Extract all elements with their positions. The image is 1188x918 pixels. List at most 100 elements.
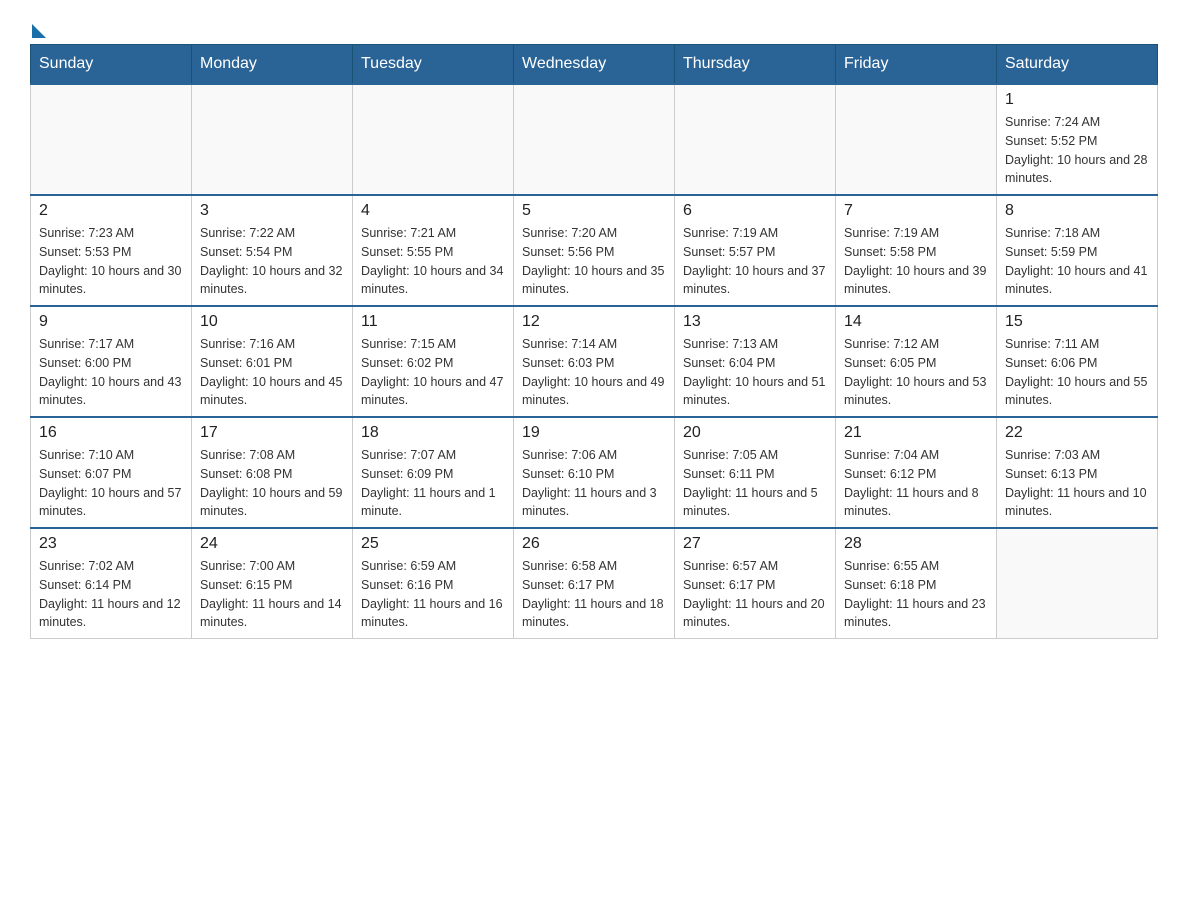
calendar-table: SundayMondayTuesdayWednesdayThursdayFrid… — [30, 44, 1158, 639]
day-of-week-header: Wednesday — [514, 45, 675, 85]
day-sun-info: Sunrise: 7:11 AM Sunset: 6:06 PM Dayligh… — [1005, 335, 1149, 410]
day-number: 21 — [844, 424, 988, 442]
day-number: 11 — [361, 313, 505, 331]
day-sun-info: Sunrise: 7:21 AM Sunset: 5:55 PM Dayligh… — [361, 224, 505, 299]
day-number: 5 — [522, 202, 666, 220]
calendar-day-cell: 4 Sunrise: 7:21 AM Sunset: 5:55 PM Daylig… — [353, 195, 514, 306]
calendar-day-cell: 14Sunrise: 7:12 AM Sunset: 6:05 PM Dayli… — [836, 306, 997, 417]
day-number: 23 — [39, 535, 183, 553]
day-sun-info: Sunrise: 7:10 AM Sunset: 6:07 PM Dayligh… — [39, 446, 183, 521]
day-sun-info: Sunrise: 7:05 AM Sunset: 6:11 PM Dayligh… — [683, 446, 827, 521]
calendar-day-cell — [31, 84, 192, 195]
day-number: 14 — [844, 313, 988, 331]
day-sun-info: Sunrise: 7:00 AM Sunset: 6:15 PM Dayligh… — [200, 557, 344, 632]
calendar-day-cell: 25Sunrise: 6:59 AM Sunset: 6:16 PM Dayli… — [353, 528, 514, 639]
day-sun-info: Sunrise: 7:18 AM Sunset: 5:59 PM Dayligh… — [1005, 224, 1149, 299]
day-number: 22 — [1005, 424, 1149, 442]
day-number: 24 — [200, 535, 344, 553]
calendar-day-cell — [514, 84, 675, 195]
day-sun-info: Sunrise: 6:55 AM Sunset: 6:18 PM Dayligh… — [844, 557, 988, 632]
calendar-day-cell — [353, 84, 514, 195]
day-number: 7 — [844, 202, 988, 220]
day-sun-info: Sunrise: 7:20 AM Sunset: 5:56 PM Dayligh… — [522, 224, 666, 299]
day-number: 18 — [361, 424, 505, 442]
day-of-week-header: Monday — [192, 45, 353, 85]
calendar-day-cell — [675, 84, 836, 195]
day-sun-info: Sunrise: 7:04 AM Sunset: 6:12 PM Dayligh… — [844, 446, 988, 521]
logo — [30, 20, 46, 34]
day-number: 27 — [683, 535, 827, 553]
page-header — [30, 20, 1158, 34]
day-sun-info: Sunrise: 7:15 AM Sunset: 6:02 PM Dayligh… — [361, 335, 505, 410]
day-number: 28 — [844, 535, 988, 553]
day-number: 9 — [39, 313, 183, 331]
day-sun-info: Sunrise: 7:22 AM Sunset: 5:54 PM Dayligh… — [200, 224, 344, 299]
day-sun-info: Sunrise: 7:02 AM Sunset: 6:14 PM Dayligh… — [39, 557, 183, 632]
calendar-day-cell: 11 Sunrise: 7:15 AM Sunset: 6:02 PM Dayli… — [353, 306, 514, 417]
day-of-week-header: Saturday — [997, 45, 1158, 85]
day-number: 8 — [1005, 202, 1149, 220]
day-of-week-header: Thursday — [675, 45, 836, 85]
calendar-day-cell: 16 Sunrise: 7:10 AM Sunset: 6:07 PM Dayli… — [31, 417, 192, 528]
day-sun-info: Sunrise: 7:19 AM Sunset: 5:58 PM Dayligh… — [844, 224, 988, 299]
calendar-day-cell — [997, 528, 1158, 639]
calendar-week-row: 16 Sunrise: 7:10 AM Sunset: 6:07 PM Dayli… — [31, 417, 1158, 528]
calendar-day-cell: 5 Sunrise: 7:20 AM Sunset: 5:56 PM Daylig… — [514, 195, 675, 306]
calendar-day-cell: 6 Sunrise: 7:19 AM Sunset: 5:57 PM Daylig… — [675, 195, 836, 306]
day-number: 3 — [200, 202, 344, 220]
day-number: 20 — [683, 424, 827, 442]
day-number: 19 — [522, 424, 666, 442]
day-number: 4 — [361, 202, 505, 220]
calendar-day-cell: 7 Sunrise: 7:19 AM Sunset: 5:58 PM Daylig… — [836, 195, 997, 306]
day-number: 13 — [683, 313, 827, 331]
calendar-day-cell: 17 Sunrise: 7:08 AM Sunset: 6:08 PM Dayli… — [192, 417, 353, 528]
day-number: 1 — [1005, 91, 1149, 109]
calendar-week-row: 1 Sunrise: 7:24 AM Sunset: 5:52 PM Daylig… — [31, 84, 1158, 195]
day-sun-info: Sunrise: 7:03 AM Sunset: 6:13 PM Dayligh… — [1005, 446, 1149, 521]
calendar-day-cell: 20 Sunrise: 7:05 AM Sunset: 6:11 PM Dayli… — [675, 417, 836, 528]
day-number: 16 — [39, 424, 183, 442]
calendar-header-row: SundayMondayTuesdayWednesdayThursdayFrid… — [31, 45, 1158, 85]
day-sun-info: Sunrise: 7:19 AM Sunset: 5:57 PM Dayligh… — [683, 224, 827, 299]
calendar-day-cell: 18Sunrise: 7:07 AM Sunset: 6:09 PM Dayli… — [353, 417, 514, 528]
calendar-day-cell: 2Sunrise: 7:23 AM Sunset: 5:53 PM Daylig… — [31, 195, 192, 306]
calendar-day-cell: 27 Sunrise: 6:57 AM Sunset: 6:17 PM Dayli… — [675, 528, 836, 639]
calendar-day-cell — [836, 84, 997, 195]
day-of-week-header: Friday — [836, 45, 997, 85]
calendar-day-cell: 3 Sunrise: 7:22 AM Sunset: 5:54 PM Daylig… — [192, 195, 353, 306]
calendar-day-cell: 12 Sunrise: 7:14 AM Sunset: 6:03 PM Dayli… — [514, 306, 675, 417]
day-of-week-header: Tuesday — [353, 45, 514, 85]
calendar-day-cell: 21 Sunrise: 7:04 AM Sunset: 6:12 PM Dayli… — [836, 417, 997, 528]
day-sun-info: Sunrise: 7:24 AM Sunset: 5:52 PM Dayligh… — [1005, 113, 1149, 188]
calendar-day-cell: 8 Sunrise: 7:18 AM Sunset: 5:59 PM Daylig… — [997, 195, 1158, 306]
day-sun-info: Sunrise: 7:14 AM Sunset: 6:03 PM Dayligh… — [522, 335, 666, 410]
calendar-day-cell: 24 Sunrise: 7:00 AM Sunset: 6:15 PM Dayli… — [192, 528, 353, 639]
calendar-day-cell — [192, 84, 353, 195]
calendar-day-cell: 10Sunrise: 7:16 AM Sunset: 6:01 PM Dayli… — [192, 306, 353, 417]
calendar-day-cell: 26Sunrise: 6:58 AM Sunset: 6:17 PM Dayli… — [514, 528, 675, 639]
day-sun-info: Sunrise: 6:58 AM Sunset: 6:17 PM Dayligh… — [522, 557, 666, 632]
day-number: 6 — [683, 202, 827, 220]
day-number: 25 — [361, 535, 505, 553]
calendar-day-cell: 9 Sunrise: 7:17 AM Sunset: 6:00 PM Daylig… — [31, 306, 192, 417]
day-number: 15 — [1005, 313, 1149, 331]
calendar-day-cell: 13 Sunrise: 7:13 AM Sunset: 6:04 PM Dayli… — [675, 306, 836, 417]
day-number: 17 — [200, 424, 344, 442]
day-sun-info: Sunrise: 6:57 AM Sunset: 6:17 PM Dayligh… — [683, 557, 827, 632]
calendar-day-cell: 15 Sunrise: 7:11 AM Sunset: 6:06 PM Dayli… — [997, 306, 1158, 417]
day-sun-info: Sunrise: 7:23 AM Sunset: 5:53 PM Dayligh… — [39, 224, 183, 299]
day-sun-info: Sunrise: 7:17 AM Sunset: 6:00 PM Dayligh… — [39, 335, 183, 410]
calendar-week-row: 23 Sunrise: 7:02 AM Sunset: 6:14 PM Dayli… — [31, 528, 1158, 639]
calendar-day-cell: 19Sunrise: 7:06 AM Sunset: 6:10 PM Dayli… — [514, 417, 675, 528]
day-number: 12 — [522, 313, 666, 331]
calendar-day-cell: 28 Sunrise: 6:55 AM Sunset: 6:18 PM Dayli… — [836, 528, 997, 639]
day-sun-info: Sunrise: 7:16 AM Sunset: 6:01 PM Dayligh… — [200, 335, 344, 410]
day-sun-info: Sunrise: 7:08 AM Sunset: 6:08 PM Dayligh… — [200, 446, 344, 521]
day-sun-info: Sunrise: 7:13 AM Sunset: 6:04 PM Dayligh… — [683, 335, 827, 410]
calendar-week-row: 9 Sunrise: 7:17 AM Sunset: 6:00 PM Daylig… — [31, 306, 1158, 417]
day-of-week-header: Sunday — [31, 45, 192, 85]
logo-arrow-icon — [32, 24, 46, 38]
calendar-week-row: 2Sunrise: 7:23 AM Sunset: 5:53 PM Daylig… — [31, 195, 1158, 306]
calendar-day-cell: 1 Sunrise: 7:24 AM Sunset: 5:52 PM Daylig… — [997, 84, 1158, 195]
calendar-day-cell: 23 Sunrise: 7:02 AM Sunset: 6:14 PM Dayli… — [31, 528, 192, 639]
